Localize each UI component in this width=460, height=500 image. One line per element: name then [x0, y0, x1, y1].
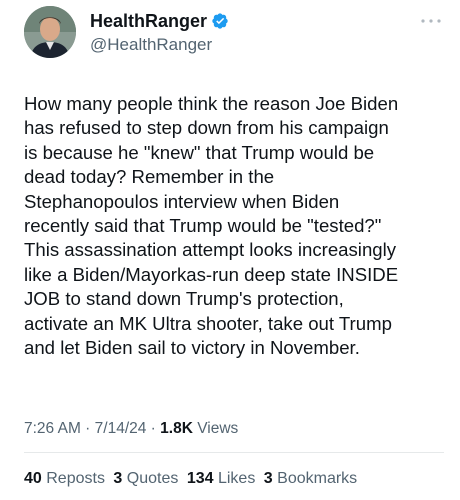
bookmarks-label: Bookmarks — [277, 470, 358, 487]
quotes-stat[interactable]: 3 Quotes — [113, 470, 178, 487]
tweet-card: HealthRanger @HealthRanger How many peop… — [0, 0, 460, 500]
tweet-time[interactable]: 7:26 AM — [24, 420, 81, 437]
views-label: Views — [197, 420, 239, 437]
quotes-label: Quotes — [126, 470, 179, 487]
likes-label: Likes — [217, 470, 256, 487]
reposts-count: 40 — [24, 470, 42, 487]
tweet-text-line: This assassination attempt looks increas… — [24, 239, 397, 261]
views-count[interactable]: 1.8K — [160, 420, 193, 437]
tweet-text-line: is because he "knew" that Trump would be — [24, 141, 375, 163]
tweet-text-line: like a Biden/Mayorkas-run deep state INS… — [24, 263, 399, 285]
tweet-text-line: recently said that Trump would be "teste… — [24, 215, 382, 237]
author-handle[interactable]: @HealthRanger — [90, 35, 229, 55]
divider — [24, 452, 444, 453]
meta-separator: · — [80, 420, 95, 437]
tweet-text-line: Stephanopoulos interview when Biden — [24, 190, 340, 212]
more-horizontal-icon[interactable] — [420, 12, 442, 26]
tweet-meta: 7:26 AM · 7/14/24 · 1.8K Views — [24, 420, 238, 438]
author-names: HealthRanger @HealthRanger — [90, 10, 229, 55]
verified-badge-icon[interactable] — [211, 12, 229, 30]
tweet-date[interactable]: 7/14/24 — [95, 420, 147, 437]
bookmarks-count: 3 — [263, 470, 273, 487]
engagement-stats: 40 Reposts 3 Quotes 134 Likes 3 Bookmark… — [24, 470, 361, 488]
bookmarks-stat[interactable]: 3 Bookmarks — [264, 470, 357, 487]
avatar-image — [24, 6, 76, 58]
tweet-text-line: JOB to stand down Trump's protection, — [24, 288, 344, 310]
avatar[interactable] — [24, 6, 76, 58]
likes-stat[interactable]: 134 Likes — [187, 470, 256, 487]
quotes-count: 3 — [113, 470, 123, 487]
tweet-text-line: dead today? Remember in the — [24, 166, 275, 188]
likes-count: 134 — [186, 470, 214, 487]
reposts-stat[interactable]: 40 Reposts — [24, 470, 105, 487]
tweet-text-line: has refused to step down from his campai… — [24, 117, 389, 139]
display-name-row: HealthRanger — [90, 10, 229, 32]
display-name[interactable]: HealthRanger — [90, 11, 207, 32]
tweet-text-line: How many people think the reason Joe Bid… — [24, 93, 399, 114]
tweet-text: How many people think the reason Joe Bid… — [24, 92, 454, 360]
tweet-text-line: activate an MK Ultra shooter, take out T… — [24, 312, 392, 334]
reposts-label: Reposts — [46, 470, 105, 487]
tweet-text-line: and let Biden sail to victory in Novembe… — [24, 337, 360, 359]
meta-separator: · — [146, 420, 161, 437]
tweet-header: HealthRanger @HealthRanger — [24, 6, 444, 62]
